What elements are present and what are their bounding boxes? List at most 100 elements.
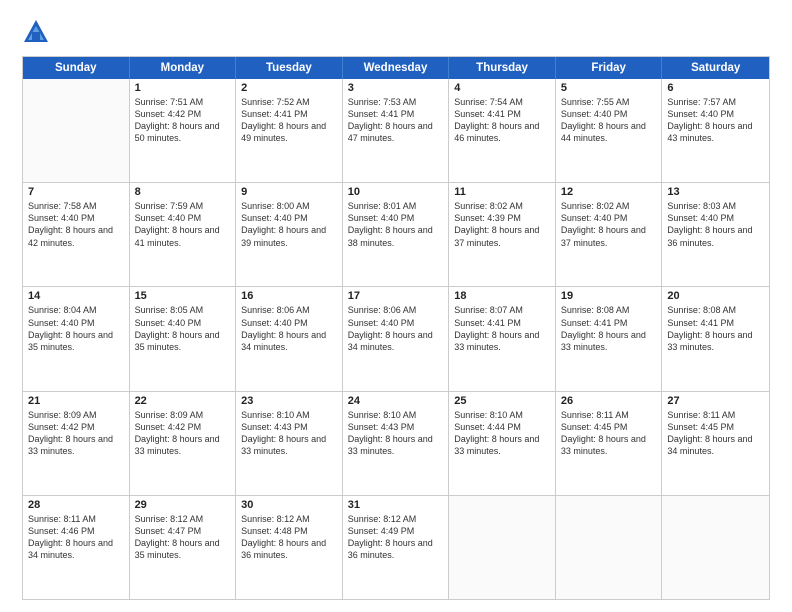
- header-day-wednesday: Wednesday: [343, 57, 450, 79]
- cell-info: 33 minutes.: [454, 445, 550, 457]
- cell-info: Sunset: 4:41 PM: [348, 108, 444, 120]
- calendar-cell: 10Sunrise: 8:01 AMSunset: 4:40 PMDayligh…: [343, 183, 450, 286]
- day-number: 26: [561, 395, 657, 407]
- day-number: 5: [561, 82, 657, 94]
- header-day-sunday: Sunday: [23, 57, 130, 79]
- cell-info: Sunrise: 8:12 AM: [241, 513, 337, 525]
- cell-info: Daylight: 8 hours and: [454, 329, 550, 341]
- day-number: 8: [135, 186, 231, 198]
- cell-info: Sunrise: 8:11 AM: [28, 513, 124, 525]
- cell-info: Sunrise: 8:09 AM: [135, 409, 231, 421]
- calendar-cell: 27Sunrise: 8:11 AMSunset: 4:45 PMDayligh…: [662, 392, 769, 495]
- header: [22, 18, 770, 46]
- cell-info: Sunrise: 8:08 AM: [667, 304, 764, 316]
- cell-info: 33 minutes.: [454, 341, 550, 353]
- cell-info: Sunset: 4:40 PM: [561, 212, 657, 224]
- cell-info: Sunset: 4:42 PM: [135, 108, 231, 120]
- cell-info: Sunrise: 7:53 AM: [348, 96, 444, 108]
- calendar-cell: [662, 496, 769, 599]
- cell-info: Sunset: 4:40 PM: [667, 108, 764, 120]
- cell-info: Sunset: 4:42 PM: [28, 421, 124, 433]
- cell-info: 35 minutes.: [28, 341, 124, 353]
- cell-info: Sunset: 4:41 PM: [667, 317, 764, 329]
- header-day-monday: Monday: [130, 57, 237, 79]
- day-number: 31: [348, 499, 444, 511]
- logo: [22, 18, 54, 46]
- calendar-row-2: 14Sunrise: 8:04 AMSunset: 4:40 PMDayligh…: [23, 287, 769, 391]
- day-number: 19: [561, 290, 657, 302]
- cell-info: 38 minutes.: [348, 237, 444, 249]
- header-day-saturday: Saturday: [662, 57, 769, 79]
- header-day-thursday: Thursday: [449, 57, 556, 79]
- cell-info: 34 minutes.: [667, 445, 764, 457]
- day-number: 16: [241, 290, 337, 302]
- cell-info: Daylight: 8 hours and: [454, 120, 550, 132]
- cell-info: Sunset: 4:46 PM: [28, 525, 124, 537]
- cell-info: Daylight: 8 hours and: [667, 120, 764, 132]
- day-number: 15: [135, 290, 231, 302]
- cell-info: Daylight: 8 hours and: [135, 224, 231, 236]
- calendar-cell: [556, 496, 663, 599]
- day-number: 30: [241, 499, 337, 511]
- calendar-row-3: 21 Sunrise: 8:09 AM Sunset: 4:42 PM Dayligh…: [23, 392, 769, 496]
- day-number: 2: [241, 82, 337, 94]
- cell-info: Sunrise: 8:06 AM: [241, 304, 337, 316]
- calendar-cell: 22Sunrise: 8:09 AMSunset: 4:42 PMDayligh…: [130, 392, 237, 495]
- cell-info: Daylight: 8 hours and: [28, 537, 124, 549]
- cell-info: Sunset: 4:44 PM: [454, 421, 550, 433]
- day-number: 17: [348, 290, 444, 302]
- cell-info: Daylight: 8 hours and: [348, 537, 444, 549]
- cell-info: Sunrise: 8:02 AM: [454, 200, 550, 212]
- cell-info: Sunrise: 8:11 AM: [667, 409, 764, 421]
- cell-info: 33 minutes.: [667, 341, 764, 353]
- calendar-cell: 15Sunrise: 8:05 AMSunset: 4:40 PMDayligh…: [130, 287, 237, 390]
- calendar-cell: 16Sunrise: 8:06 AMSunset: 4:40 PMDayligh…: [236, 287, 343, 390]
- cell-info: Sunrise: 8:11 AM: [561, 409, 657, 421]
- cell-info: Sunset: 4:40 PM: [348, 212, 444, 224]
- cell-info: 43 minutes.: [667, 132, 764, 144]
- cell-info: Sunrise: 8:10 AM: [348, 409, 444, 421]
- cell-info: Daylight: 8 hours and: [135, 120, 231, 132]
- cell-info: 33 minutes.: [28, 445, 124, 457]
- cell-info: Daylight: 8 hours and: [135, 537, 231, 549]
- cell-info: Daylight: 8 hours and: [667, 433, 764, 445]
- cell-info: 36 minutes.: [241, 549, 337, 561]
- cell-info: Sunset: 4:40 PM: [561, 108, 657, 120]
- cell-info: Sunrise: 7:59 AM: [135, 200, 231, 212]
- cell-info: 44 minutes.: [561, 132, 657, 144]
- cell-info: 50 minutes.: [135, 132, 231, 144]
- day-number: 20: [667, 290, 764, 302]
- calendar-cell: 25Sunrise: 8:10 AMSunset: 4:44 PMDayligh…: [449, 392, 556, 495]
- cell-info: Sunset: 4:40 PM: [135, 212, 231, 224]
- cell-info: Sunrise: 8:10 AM: [241, 409, 337, 421]
- day-number: 13: [667, 186, 764, 198]
- logo-icon: [22, 18, 50, 46]
- cell-info: Sunset: 4:48 PM: [241, 525, 337, 537]
- cell-info: Daylight: 8 hours and: [561, 224, 657, 236]
- cell-info: 33 minutes.: [348, 445, 444, 457]
- day-number: 6: [667, 82, 764, 94]
- cell-info: 36 minutes.: [348, 549, 444, 561]
- cell-info: Sunset: 4:39 PM: [454, 212, 550, 224]
- calendar-cell: 17Sunrise: 8:06 AMSunset: 4:40 PMDayligh…: [343, 287, 450, 390]
- header-day-tuesday: Tuesday: [236, 57, 343, 79]
- cell-info: Sunrise: 8:03 AM: [667, 200, 764, 212]
- calendar-cell: 2Sunrise: 7:52 AMSunset: 4:41 PMDaylight…: [236, 79, 343, 182]
- day-number: 29: [135, 499, 231, 511]
- cell-info: 33 minutes.: [561, 445, 657, 457]
- cell-info: 35 minutes.: [135, 549, 231, 561]
- day-number: 21: [28, 395, 124, 407]
- cell-info: Sunset: 4:40 PM: [348, 317, 444, 329]
- day-number: 11: [454, 186, 550, 198]
- cell-info: 46 minutes.: [454, 132, 550, 144]
- cell-info: Daylight: 8 hours and: [348, 329, 444, 341]
- cell-info: Daylight: 8 hours and: [241, 224, 337, 236]
- cell-info: Sunrise: 8:07 AM: [454, 304, 550, 316]
- day-number: 10: [348, 186, 444, 198]
- calendar-row-4: 28Sunrise: 8:11 AMSunset: 4:46 PMDayligh…: [23, 496, 769, 599]
- calendar-cell: 18Sunrise: 8:07 AMSunset: 4:41 PMDayligh…: [449, 287, 556, 390]
- calendar-cell: 30Sunrise: 8:12 AMSunset: 4:48 PMDayligh…: [236, 496, 343, 599]
- cell-info: 33 minutes.: [135, 445, 231, 457]
- cell-info: 34 minutes.: [348, 341, 444, 353]
- cell-info: Sunrise: 7:54 AM: [454, 96, 550, 108]
